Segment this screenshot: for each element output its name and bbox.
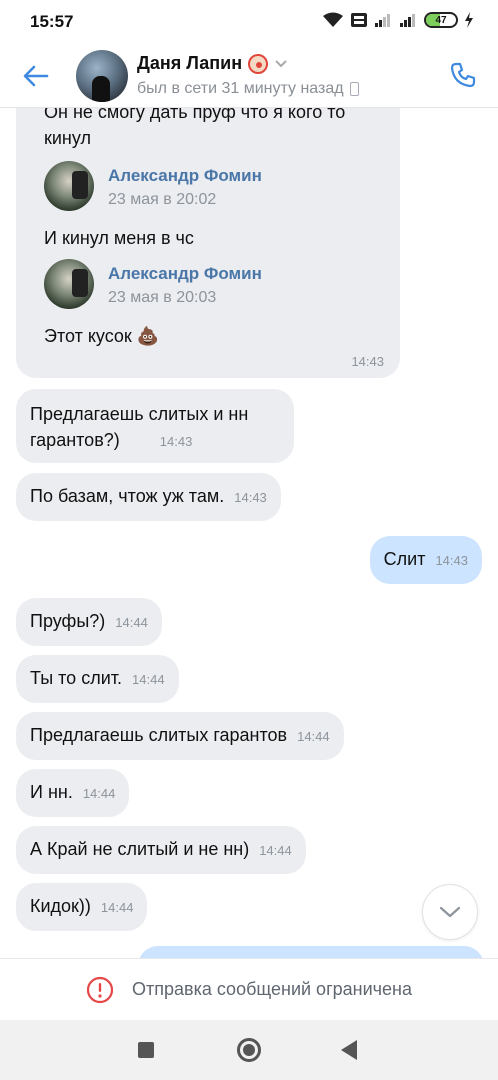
message-text: Ты то слит. [30,668,123,688]
forward-author-name[interactable]: Александр Фомин [108,166,262,186]
scroll-to-bottom-button[interactable] [422,884,478,940]
message-text: Предлагаешь слитых гарантов [30,725,288,745]
signal-icon [375,14,390,27]
forward-author-avatar[interactable] [44,161,94,211]
message-text: Кидок)) [30,896,91,916]
message-time: 14:43 [159,434,193,449]
warning-circle-icon [86,976,114,1003]
message-bubble[interactable]: Пруфы?) 14:44 [16,598,162,646]
message-bubble-outgoing[interactable]: Слит 14:43 [369,536,482,584]
message-bubble[interactable]: Предлагаешь слитых гарантов 14:44 [16,712,344,760]
message-text: Предлагаешь слитых и нн [30,404,249,424]
message-text: А Край не слитый и не нн) [30,839,250,859]
forward-text: И кинул меня в чс [44,228,194,248]
contact-name: Даня Лапин [137,53,243,73]
contact-name-row[interactable]: Даня Лапин [137,53,288,74]
message-text: Он не смогу дать пруф что я кого то [44,108,346,122]
message-bubble[interactable]: Предлагаешь слитых и нн гарантов?) 14:43 [16,389,294,463]
forward-text: Этот кусок 💩 [44,326,160,346]
system-back-button[interactable] [341,1040,357,1060]
chat-header: Даня Лапин был в сети 31 минуту назад [0,44,498,108]
forward-author-avatar[interactable] [44,259,94,309]
battery-icon: 47 [424,12,458,28]
message-time: 14:44 [297,729,330,744]
arrow-left-icon [23,65,49,87]
message-time: 14:44 [115,615,148,630]
clown-emoji-icon [248,53,269,74]
message-time: 14:43 [234,490,267,505]
mobile-device-icon [349,82,359,96]
message-text: И нн. [30,782,73,802]
message-bubble-outgoing-partial[interactable] [138,946,484,958]
message-text: гарантов?) [30,430,120,450]
call-button[interactable] [446,58,480,92]
system-nav-bar [0,1020,498,1080]
last-seen-row: был в сети 31 минуту назад [137,80,359,98]
recent-apps-button[interactable] [138,1042,154,1058]
home-button[interactable] [237,1038,261,1062]
message-time: 14:44 [132,672,165,687]
message-time: 14:44 [100,900,134,915]
sending-restricted-bar: Отправка сообщений ограничена [0,958,498,1020]
forward-author-name[interactable]: Александр Фомин [108,264,262,284]
status-time: 15:57 [30,12,74,31]
back-button[interactable] [20,60,52,92]
message-text: По базам, чтож уж там. [30,486,225,506]
message-time: 14:43 [351,354,384,369]
message-bubble[interactable]: Кидок)) 14:44 [16,883,148,931]
message-text: Слит [383,549,426,569]
forward-date: 23 мая в 20:03 [108,289,217,306]
chevron-down-icon [439,906,461,918]
contact-avatar[interactable] [76,50,128,102]
message-bubble[interactable]: И нн. 14:44 [16,769,130,817]
forwarded-message[interactable]: Он не смогу дать пруф что я кого то кину… [16,108,400,378]
volte-icon [351,13,367,27]
forward-date: 23 мая в 20:02 [108,191,217,208]
message-text: кинул [44,128,91,148]
phone-icon [450,62,476,88]
status-icons: 47 [322,12,474,28]
message-time: 14:43 [435,553,468,568]
message-bubble[interactable]: А Край не слитый и не нн) 14:44 [16,826,306,874]
signal-4g-icon [400,14,415,27]
message-bubble[interactable]: По базам, чтож уж там. 14:43 [16,473,281,521]
message-bubble[interactable]: Ты то слит. 14:44 [16,655,179,703]
last-seen-status: был в сети 31 минуту назад [137,80,344,97]
restriction-text: Отправка сообщений ограничена [132,979,412,999]
message-time: 14:44 [259,843,292,858]
battery-level: 47 [435,14,447,26]
message-text: Пруфы?) [30,611,106,631]
status-bar: 15:57 47 [0,0,498,44]
message-time: 14:44 [82,786,116,801]
message-list[interactable]: Он не смогу дать пруф что я кого то кину… [0,108,498,958]
chevron-down-icon [275,59,287,67]
charging-icon [465,12,473,28]
wifi-icon [323,12,343,27]
